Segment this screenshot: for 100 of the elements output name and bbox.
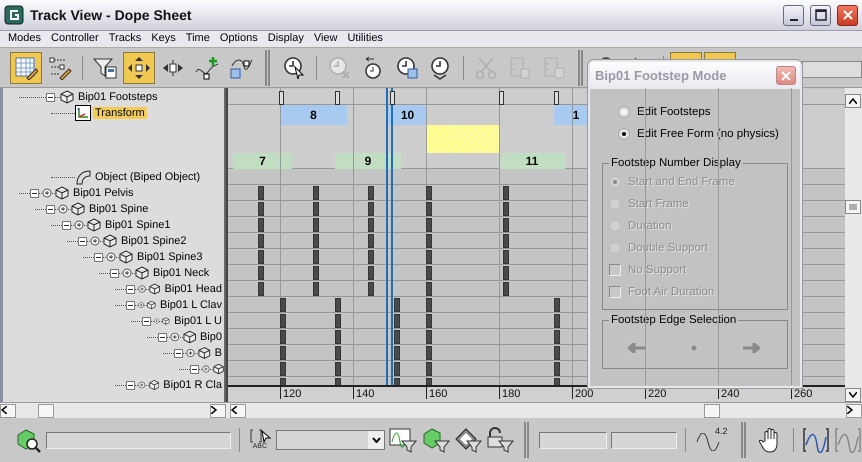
- key-marker[interactable]: [258, 250, 264, 264]
- close-button[interactable]: [837, 4, 858, 26]
- key-marker[interactable]: [426, 362, 432, 376]
- maximize-button[interactable]: [810, 4, 831, 26]
- key-marker[interactable]: [258, 218, 264, 232]
- track-label[interactable]: Bip01 Head: [162, 283, 224, 295]
- key-marker[interactable]: [503, 282, 509, 296]
- key-marker[interactable]: [426, 266, 432, 280]
- key-marker[interactable]: [368, 250, 374, 264]
- menu-item[interactable]: View: [310, 31, 344, 47]
- menu-item[interactable]: Utilities: [343, 31, 389, 47]
- key-marker[interactable]: [258, 234, 264, 248]
- key-marker[interactable]: [426, 298, 432, 312]
- time-cursor[interactable]: [386, 88, 393, 385]
- footstep-marker[interactable]: [335, 91, 340, 105]
- key-marker[interactable]: [335, 330, 341, 344]
- key-marker[interactable]: [313, 250, 319, 264]
- key-marker[interactable]: [426, 202, 432, 216]
- key-marker[interactable]: [368, 234, 374, 248]
- key-marker[interactable]: [280, 298, 286, 312]
- key-marker[interactable]: [426, 346, 432, 360]
- menu-item[interactable]: Modes: [4, 31, 48, 47]
- footstep-marker[interactable]: [390, 91, 395, 105]
- key-marker[interactable]: [426, 218, 432, 232]
- expand-toggle[interactable]: [126, 300, 135, 310]
- key-marker[interactable]: [503, 186, 509, 200]
- expand-toggle[interactable]: [110, 268, 119, 278]
- track-label[interactable]: Bip01 Spine1: [103, 219, 172, 231]
- track-label[interactable]: Bip01 L U: [172, 315, 224, 327]
- menu-item[interactable]: Tracks: [104, 31, 148, 47]
- radio-button[interactable]: [618, 128, 630, 140]
- track-label[interactable]: Bip01 Footsteps: [76, 91, 160, 103]
- key-marker[interactable]: [313, 234, 319, 248]
- expand-toggle[interactable]: [94, 252, 103, 262]
- key-marker[interactable]: [258, 266, 264, 280]
- scroll-thumb[interactable]: [38, 404, 54, 418]
- key-marker[interactable]: [503, 234, 509, 248]
- expand-toggle[interactable]: [158, 332, 167, 342]
- footstep-marker[interactable]: [499, 91, 504, 105]
- key-marker[interactable]: [554, 330, 560, 344]
- expand-toggle[interactable]: [142, 316, 151, 326]
- name-field[interactable]: [46, 432, 231, 448]
- frame-field[interactable]: [539, 432, 607, 448]
- key-marker[interactable]: [394, 314, 400, 328]
- track-label[interactable]: Bip01 Spine2: [119, 235, 188, 247]
- track-label[interactable]: Bip0: [198, 331, 224, 343]
- footstep-bar[interactable]: 7: [233, 153, 292, 169]
- key-marker[interactable]: [394, 298, 400, 312]
- minimize-button[interactable]: [783, 4, 804, 26]
- key-marker[interactable]: [280, 362, 286, 376]
- filter-button[interactable]: [486, 425, 514, 455]
- footstep-bar[interactable]: 10: [388, 105, 427, 125]
- toolbar-button[interactable]: [123, 52, 155, 84]
- key-marker[interactable]: [368, 266, 374, 280]
- key-marker[interactable]: [394, 346, 400, 360]
- horizontal-scrollbar[interactable]: [0, 403, 226, 418]
- key-marker[interactable]: [280, 314, 286, 328]
- key-marker[interactable]: [394, 330, 400, 344]
- key-marker[interactable]: [368, 282, 374, 296]
- footstep-marker[interactable]: [279, 91, 284, 105]
- key-marker[interactable]: [426, 330, 432, 344]
- key-marker[interactable]: [503, 202, 509, 216]
- key-marker[interactable]: [554, 298, 560, 312]
- key-marker[interactable]: [313, 218, 319, 232]
- key-marker[interactable]: [503, 218, 509, 232]
- menu-item[interactable]: Time: [182, 31, 216, 47]
- key-marker[interactable]: [335, 314, 341, 328]
- expand-toggle[interactable]: [126, 284, 135, 294]
- expand-toggle[interactable]: [78, 236, 87, 246]
- menu-item[interactable]: Options: [216, 31, 264, 47]
- dropdown[interactable]: [276, 430, 386, 450]
- value-field[interactable]: [610, 432, 677, 448]
- key-marker[interactable]: [368, 202, 374, 216]
- key-marker[interactable]: [426, 186, 432, 200]
- vertical-scrollbar[interactable]: [845, 88, 862, 402]
- track-label[interactable]: Bip01 Spine3: [135, 251, 204, 263]
- track-label[interactable]: B: [212, 347, 224, 359]
- expand-toggle[interactable]: [126, 380, 135, 390]
- key-marker[interactable]: [368, 186, 374, 200]
- key-marker[interactable]: [313, 186, 319, 200]
- footstep-marker[interactable]: [554, 91, 559, 105]
- track-label[interactable]: Bip01 R Cla: [161, 379, 224, 391]
- key-marker[interactable]: [280, 346, 286, 360]
- key-marker[interactable]: [554, 362, 560, 376]
- track-label[interactable]: Bip01 Neck: [151, 267, 212, 279]
- key-marker[interactable]: [426, 250, 432, 264]
- key-marker[interactable]: [258, 202, 264, 216]
- radio-button[interactable]: [618, 106, 630, 118]
- key-marker[interactable]: [258, 186, 264, 200]
- menu-item[interactable]: Keys: [147, 31, 182, 47]
- key-marker[interactable]: [554, 346, 560, 360]
- menu-item[interactable]: Controller: [47, 31, 105, 47]
- expand-toggle[interactable]: [46, 92, 55, 102]
- key-marker[interactable]: [335, 298, 341, 312]
- expand-toggle[interactable]: [174, 348, 183, 358]
- key-marker[interactable]: [335, 362, 341, 376]
- expand-toggle[interactable]: [62, 220, 71, 230]
- track-label[interactable]: Bip01 Spine: [87, 203, 150, 215]
- scroll-thumb[interactable]: [704, 404, 720, 418]
- track-label[interactable]: Bip01 L Clav: [158, 299, 224, 311]
